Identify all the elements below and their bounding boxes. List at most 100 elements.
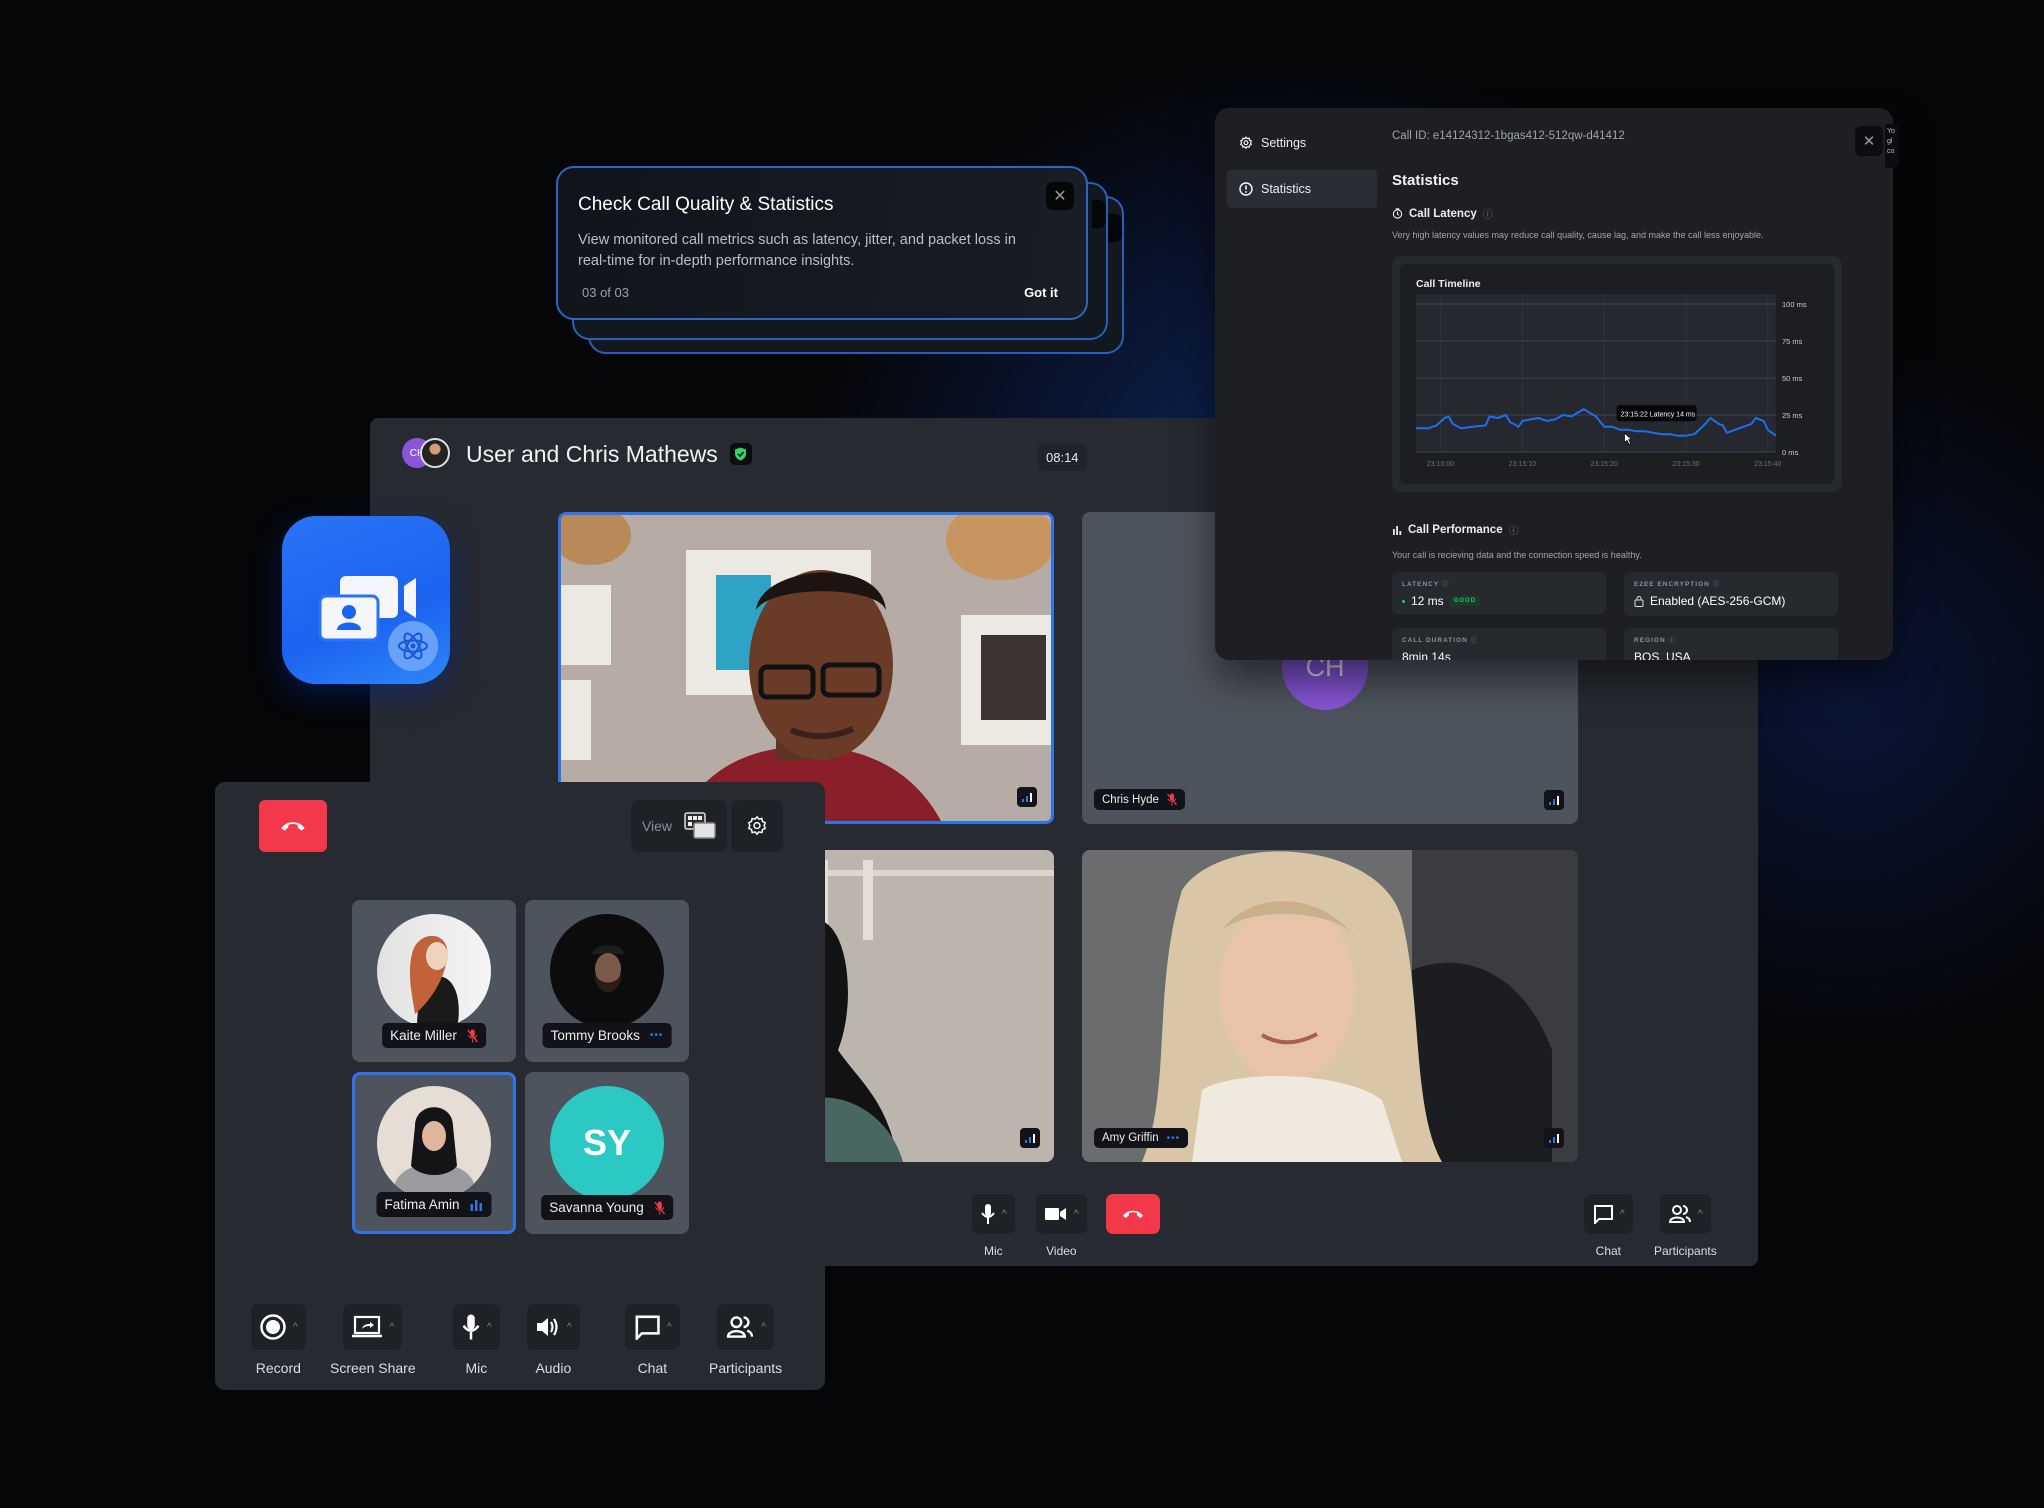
view-layout-button[interactable]: View — [631, 800, 727, 852]
call-latency-heading: Call Latency ⓘ — [1392, 206, 1493, 221]
chat-label: Chat — [638, 1360, 668, 1376]
chat-control[interactable]: ^ Chat — [625, 1304, 680, 1376]
participant-name: Chris Hyde — [1102, 794, 1159, 806]
x-tick-label: 23:15:40 — [1754, 461, 1781, 468]
tooltip-stack-close-2 — [1092, 200, 1106, 228]
chevron-up-icon[interactable]: ^ — [1620, 1209, 1625, 1220]
audio-control[interactable]: ^ Audio — [527, 1304, 580, 1376]
participant-name: Amy Griffin — [1102, 1132, 1159, 1144]
participants-control[interactable]: ^ Participants — [709, 1304, 782, 1376]
compact-call-window: View Kaite Miller Tommy Brooks ••• — [215, 782, 825, 1390]
audio-button[interactable]: ^ — [527, 1304, 580, 1350]
onboarding-tooltip: Check Call Quality & Statistics View mon… — [556, 166, 1088, 320]
sidebar-item-statistics[interactable]: Statistics — [1227, 170, 1377, 208]
sidebar-item-settings[interactable]: Settings — [1227, 124, 1377, 162]
participant-name: Fatima Amin — [384, 1197, 459, 1212]
stats-content: Call ID: e14124312-1bgas412-512qw-d41412… — [1390, 108, 1893, 660]
chat-button[interactable]: ^ — [1584, 1194, 1633, 1234]
info-icon[interactable]: ⓘ — [1668, 637, 1676, 644]
call-timeline-chart: Call Timeline 23:15:0023:15:1023:15:2023… — [1400, 264, 1834, 484]
chat-button[interactable]: ^ — [625, 1304, 680, 1350]
plot-background — [1416, 294, 1776, 452]
participants-button[interactable]: ^ — [717, 1304, 774, 1350]
got-it-button[interactable]: Got it — [1024, 285, 1058, 300]
info-icon[interactable]: ⓘ — [1471, 637, 1479, 644]
end-call-control[interactable] — [1106, 1194, 1160, 1234]
stats-sidebar: Settings Statistics — [1215, 108, 1375, 660]
signal-strength-icon — [1020, 1128, 1040, 1148]
mic-control[interactable]: ^ Mic — [972, 1194, 1015, 1258]
participant-avatar — [377, 914, 491, 1028]
info-icon[interactable]: ⓘ — [1509, 522, 1519, 537]
metric-latency: LATENCY ⓘ 12 msGOOD — [1392, 572, 1606, 614]
record-button[interactable]: ^ — [251, 1304, 306, 1350]
participants-icon — [1668, 1204, 1692, 1224]
mic-label: Mic — [465, 1360, 487, 1376]
participant-tile-kaite-miller[interactable]: Kaite Miller — [352, 900, 516, 1062]
signal-strength-icon — [1017, 787, 1037, 807]
participant-avatar-initials: SY — [550, 1086, 664, 1200]
call-latency-description: Very high latency values may reduce call… — [1392, 230, 1764, 240]
chat-control[interactable]: ^ Chat — [1584, 1194, 1633, 1258]
metric-encryption: E2EE ENCRYPTION ⓘ Enabled (AES-256-GCM) — [1624, 572, 1838, 616]
call-performance-description: Your call is recieving data and the conn… — [1392, 550, 1642, 560]
video-tile-amy-griffin[interactable]: Amy Griffin ••• — [1082, 850, 1578, 1162]
chat-label: Chat — [1596, 1244, 1621, 1258]
settings-button[interactable] — [731, 800, 783, 852]
participant-tile-savanna-young[interactable]: SY Savanna Young — [525, 1072, 689, 1234]
participant-name-tag: Tommy Brooks ••• — [543, 1023, 672, 1048]
avatar-initials: SY — [583, 1122, 631, 1164]
stopwatch-icon — [1392, 208, 1403, 219]
chevron-up-icon[interactable]: ^ — [389, 1322, 394, 1333]
chevron-up-icon[interactable]: ^ — [761, 1322, 766, 1333]
mic-control[interactable]: ^ Mic — [453, 1304, 500, 1376]
participant-name-tag: Amy Griffin ••• — [1094, 1128, 1188, 1148]
info-icon[interactable]: ⓘ — [1713, 581, 1721, 588]
audio-label: Audio — [535, 1360, 571, 1376]
avatar-photo — [420, 438, 450, 468]
tooltip-body: View monitored call metrics such as late… — [578, 230, 1048, 272]
y-tick-label: 25 ms — [1782, 411, 1803, 420]
chevron-up-icon[interactable]: ^ — [567, 1322, 572, 1333]
mic-icon — [980, 1203, 996, 1225]
screen-share-control[interactable]: ^ Screen Share — [330, 1304, 416, 1376]
video-tile-speaker[interactable] — [558, 512, 1054, 824]
chevron-up-icon[interactable]: ^ — [1074, 1209, 1079, 1220]
mic-button[interactable]: ^ — [972, 1194, 1015, 1234]
chevron-up-icon[interactable]: ^ — [667, 1322, 672, 1333]
info-icon[interactable]: ⓘ — [1442, 581, 1450, 588]
video-button[interactable]: ^ — [1036, 1194, 1087, 1234]
end-call-button[interactable] — [1106, 1194, 1160, 1234]
chevron-up-icon[interactable]: ^ — [487, 1322, 492, 1333]
call-header: CH User and Chris Mathews — [402, 438, 752, 470]
chevron-up-icon[interactable]: ^ — [1698, 1209, 1703, 1220]
video-control[interactable]: ^ Video — [1036, 1194, 1087, 1258]
mic-icon — [461, 1313, 481, 1341]
info-icon[interactable]: ⓘ — [1483, 206, 1493, 221]
latency-line-chart: 23:15:0023:15:1023:15:2023:15:3023:15:40… — [1400, 264, 1834, 484]
chevron-up-icon[interactable]: ^ — [293, 1322, 298, 1333]
speaker-icon — [535, 1315, 561, 1339]
participants-button[interactable]: ^ — [1660, 1194, 1711, 1234]
end-call-button[interactable] — [259, 800, 327, 852]
participant-avatar — [377, 1086, 491, 1200]
mic-button[interactable]: ^ — [453, 1304, 500, 1350]
participant-avatar — [550, 914, 664, 1028]
tooltip-close-button[interactable]: ✕ — [1046, 182, 1074, 210]
metric-label: LATENCY — [1402, 581, 1439, 588]
screen-share-button[interactable]: ^ — [343, 1304, 402, 1350]
participants-icon — [725, 1315, 755, 1339]
participant-tile-tommy-brooks[interactable]: Tommy Brooks ••• — [525, 900, 689, 1062]
participant-name: Savanna Young — [549, 1200, 644, 1215]
record-control[interactable]: ^ Record — [251, 1304, 306, 1376]
participants-control[interactable]: ^ Participants — [1654, 1194, 1717, 1258]
chevron-up-icon[interactable]: ^ — [1002, 1209, 1007, 1220]
close-icon: ✕ — [1053, 186, 1066, 206]
video-label: Video — [1046, 1244, 1076, 1258]
speaking-dots-icon: ••• — [1167, 1133, 1181, 1144]
gear-icon — [1239, 136, 1253, 150]
stats-heading: Statistics — [1392, 172, 1459, 189]
participant-tile-fatima-amin[interactable]: Fatima Amin — [352, 1072, 516, 1234]
close-panel-button[interactable]: ✕ — [1855, 126, 1883, 156]
gear-icon — [746, 815, 768, 837]
